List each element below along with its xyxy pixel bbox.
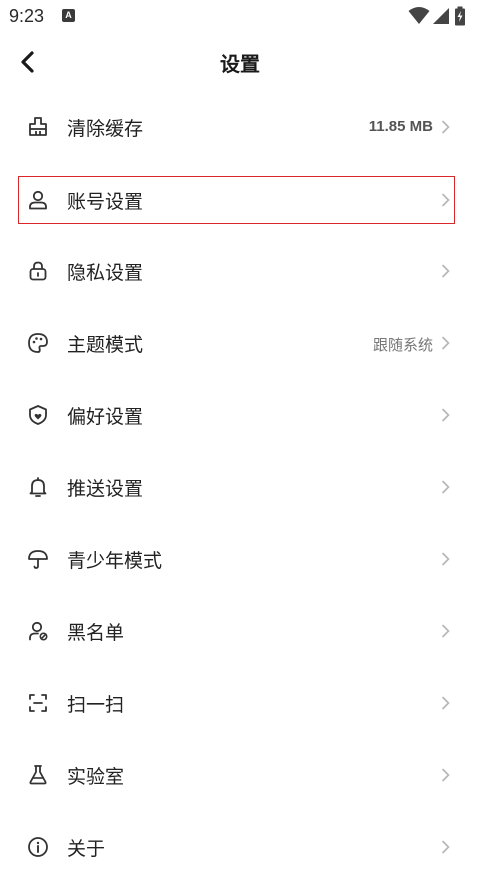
chevron-right-icon (442, 480, 450, 494)
settings-item-teen-mode[interactable]: 青少年模式 (18, 535, 455, 583)
settings-item-blacklist[interactable]: 黑名单 (18, 607, 455, 655)
status-icons (408, 6, 472, 26)
settings-item-label: 推送设置 (67, 478, 144, 500)
cell-signal-icon (433, 8, 449, 24)
cache-size-value: 11.85 MB (368, 118, 433, 135)
settings-item-privacy[interactable]: 隐私设置 (18, 247, 455, 295)
settings-item-theme[interactable]: 主题模式 跟随系统 (18, 319, 455, 367)
theme-mode-value: 跟随系统 (372, 336, 433, 354)
battery-charging-icon (455, 6, 465, 26)
chevron-right-icon (442, 696, 450, 710)
chevron-right-icon (442, 120, 450, 134)
wifi-icon (408, 7, 430, 24)
palette-icon (28, 333, 48, 353)
chevron-right-icon (442, 768, 450, 782)
settings-item-label: 关于 (67, 838, 106, 860)
settings-item-label: 实验室 (67, 766, 125, 788)
settings-item-label: 账号设置 (67, 191, 144, 213)
settings-item-label: 偏好设置 (67, 406, 144, 428)
flask-icon (29, 765, 47, 785)
settings-item-clear-cache[interactable]: 清除缓存 11.85 MB (18, 103, 455, 151)
chevron-right-icon (442, 408, 450, 422)
settings-item-account[interactable]: 账号设置 (18, 176, 455, 224)
settings-item-label: 主题模式 (67, 334, 144, 356)
chevron-right-icon (442, 193, 450, 207)
info-icon (28, 837, 48, 857)
status-bar: 9:23 A (0, 0, 480, 32)
settings-item-label: 扫一扫 (67, 694, 125, 716)
settings-item-lab[interactable]: 实验室 (18, 751, 455, 799)
broom-icon (29, 117, 47, 136)
scan-icon (29, 694, 47, 712)
settings-item-about[interactable]: 关于 (18, 823, 455, 871)
shield-heart-icon (29, 405, 47, 425)
settings-item-push[interactable]: 推送设置 (18, 463, 455, 511)
lock-icon (29, 261, 47, 281)
settings-item-label: 隐私设置 (67, 262, 144, 284)
user-icon (29, 190, 47, 210)
user-block-icon (29, 621, 48, 641)
bell-icon (29, 477, 47, 497)
chevron-right-icon (442, 840, 450, 854)
status-time: 9:23 (9, 6, 45, 26)
page-title: 设置 (220, 52, 260, 76)
chevron-right-icon (442, 552, 450, 566)
umbrella-icon (28, 550, 48, 569)
chevron-right-icon (442, 264, 450, 278)
settings-item-scan[interactable]: 扫一扫 (18, 679, 455, 727)
settings-item-label: 黑名单 (67, 622, 125, 644)
settings-item-label: 清除缓存 (67, 118, 144, 140)
chevron-right-icon (442, 336, 450, 350)
settings-item-preferences[interactable]: 偏好设置 (18, 391, 455, 439)
settings-item-label: 青少年模式 (67, 550, 163, 572)
title-bar: 设置 (0, 32, 480, 92)
notification-badge-icon: A (62, 9, 75, 22)
chevron-right-icon (442, 624, 450, 638)
